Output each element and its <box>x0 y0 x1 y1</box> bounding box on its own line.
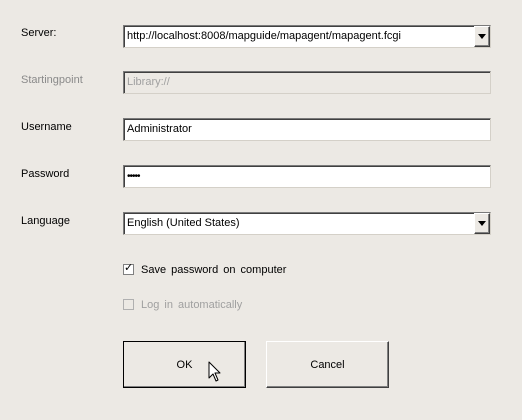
auto-login-checkbox <box>123 299 134 310</box>
chevron-down-icon[interactable] <box>474 26 490 47</box>
server-label: Server: <box>21 27 57 39</box>
password-label: Password <box>21 168 70 180</box>
username-label: Username <box>21 121 72 133</box>
chevron-down-icon[interactable] <box>474 213 490 234</box>
auto-login-label: Log in automatically <box>141 298 243 311</box>
language-value: English (United States) <box>127 217 240 229</box>
password-field[interactable]: ••••• <box>123 165 491 188</box>
save-password-checkbox[interactable]: ✓ <box>123 262 134 275</box>
username-field[interactable]: Administrator <box>123 118 491 141</box>
save-password-row[interactable]: ✓ Save password on computer <box>123 262 286 276</box>
save-password-label[interactable]: Save password on computer <box>141 264 286 276</box>
ok-button[interactable]: OK <box>123 341 246 388</box>
check-icon: ✓ <box>124 262 134 274</box>
mouse-pointer-icon <box>208 361 221 382</box>
cancel-button[interactable]: Cancel <box>266 341 389 388</box>
login-dialog: Server: http://localhost:8008/mapguide/m… <box>0 0 522 420</box>
startingpoint-field: Library:// <box>123 71 491 94</box>
startingpoint-label: Startingpoint <box>21 74 83 86</box>
server-combobox[interactable]: http://localhost:8008/mapguide/mapagent/… <box>123 25 491 48</box>
language-combobox[interactable]: English (United States) <box>123 212 491 235</box>
language-label: Language <box>21 215 70 227</box>
auto-login-row: Log in automatically <box>123 298 242 311</box>
server-value: http://localhost:8008/mapguide/mapagent/… <box>127 30 401 42</box>
